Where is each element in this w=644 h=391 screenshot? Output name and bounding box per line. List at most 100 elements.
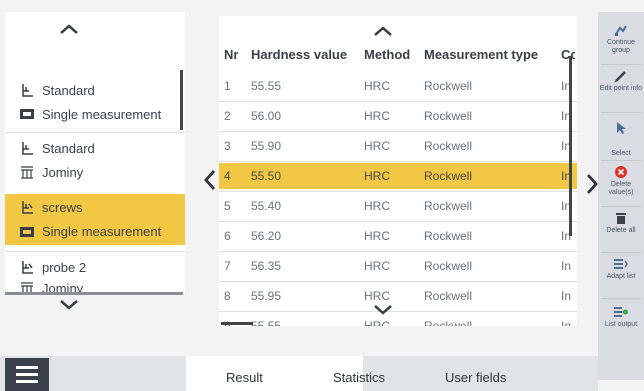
table-row[interactable]: 5 55.40 HRC Rockwell In (219, 193, 577, 219)
table-row[interactable]: 8 55.95 HRC Rockwell In (219, 283, 577, 309)
standard-icon (19, 83, 35, 97)
cell-measurement-type: Rockwell (424, 139, 473, 153)
toolbar-divider (601, 112, 641, 113)
hamburger-icon (16, 373, 38, 376)
hamburger-icon (16, 366, 38, 369)
cell-hardness-value: 55.50 (251, 169, 282, 183)
group-icon (19, 200, 35, 214)
delete-values-label: Delete value(s) (608, 181, 634, 196)
table-vertical-scrollbar[interactable] (569, 56, 572, 236)
list-scroll-up-button[interactable] (55, 20, 83, 38)
column-header-measurement-type[interactable]: Measurement type (424, 43, 538, 67)
table-row[interactable]: 3 55.90 HRC Rockwell In (219, 133, 577, 159)
bottom-tab-bar: Result Statistics User fields (0, 356, 598, 391)
cell-co: In (561, 289, 572, 303)
chevron-up-icon (374, 26, 392, 36)
cell-nr: 7 (224, 259, 231, 273)
list-item-label: Standard (42, 82, 95, 98)
table-horizontal-scrollbar[interactable] (221, 322, 253, 325)
list-item-label: probe 2 (42, 259, 87, 275)
list-output-icon (614, 305, 628, 319)
list-item[interactable]: Single measurement (5, 102, 185, 126)
column-header-method[interactable]: Method (364, 43, 410, 67)
cell-method: HRC (364, 259, 390, 273)
cell-co: In (561, 109, 572, 123)
cell-method: HRC (364, 109, 390, 123)
cell-hardness-value: 55.40 (251, 199, 282, 213)
cell-method: HRC (364, 169, 390, 183)
list-output-button[interactable]: List output (598, 305, 644, 329)
table-scroll-up-button[interactable] (369, 23, 397, 39)
cell-method: HRC (364, 199, 390, 213)
list-item-selected[interactable]: Single measurement (5, 218, 185, 245)
standard-icon (19, 141, 35, 155)
table-row[interactable]: 2 56.00 HRC Rockwell In (219, 103, 577, 129)
column-header-nr[interactable]: Nr (224, 43, 238, 67)
table-scroll-down-button[interactable] (369, 302, 397, 318)
cell-co: In (561, 139, 572, 153)
cell-method: HRC (364, 229, 390, 243)
list-item-label: Standard (42, 140, 95, 156)
row-divider (219, 251, 577, 252)
action-toolbar: Continue group Edit point info Select De… (598, 12, 644, 380)
trash-icon (614, 211, 628, 225)
continue-group-button[interactable]: Continue group (598, 23, 644, 55)
adapt-list-icon (614, 257, 628, 271)
cell-measurement-type: Rockwell (424, 199, 473, 213)
list-scrollbar[interactable] (180, 70, 183, 130)
cell-measurement-type: Rockwell (424, 169, 473, 183)
cell-measurement-type: Rockwell (424, 259, 473, 273)
list-item-selected[interactable]: screws (5, 194, 185, 220)
toolbar-divider (601, 298, 641, 299)
list-output-label: List output (604, 321, 638, 328)
cell-measurement-type: Rockwell (424, 109, 473, 123)
list-scroll-down-button[interactable] (55, 296, 83, 314)
cell-hardness-value: 56.20 (251, 229, 282, 243)
pencil-icon (614, 69, 628, 83)
row-divider (219, 161, 577, 162)
edit-point-info-button[interactable]: Edit point info (598, 69, 644, 93)
cell-nr: 2 (224, 109, 231, 123)
results-table: Nr Hardness value Method Measurement typ… (219, 16, 577, 326)
cell-hardness-value: 55.95 (251, 289, 282, 303)
previous-page-button[interactable] (203, 168, 217, 192)
cell-nr: 6 (224, 229, 231, 243)
table-row[interactable]: 955.55HRCRockwellIn (219, 313, 577, 326)
chevron-left-icon (204, 170, 216, 190)
tab-statistics[interactable]: Statistics (333, 370, 385, 385)
column-header-co[interactable]: Co (561, 43, 575, 67)
table-row-selected[interactable]: 4 55.50 HRC Rockwell In (219, 163, 577, 189)
table-row[interactable]: 1 55.55 HRC Rockwell In (219, 73, 577, 99)
list-item[interactable]: Standard (5, 136, 185, 160)
table-row[interactable]: 7 56.35 HRC Rockwell In (219, 253, 577, 279)
row-divider (219, 281, 577, 282)
cell-hardness-value: 55.55 (251, 79, 282, 93)
cell-co: In (561, 79, 572, 93)
adapt-list-button[interactable]: Adapt list (598, 257, 644, 281)
group-list-panel: Standard Single measurement Standard Jom… (5, 12, 185, 295)
cell-co: In (561, 319, 572, 326)
tab-user-fields[interactable]: User fields (445, 370, 506, 385)
next-page-button[interactable] (585, 172, 599, 196)
cursor-icon (614, 118, 628, 138)
toolbar-divider (601, 64, 641, 65)
toolbar-divider (601, 252, 641, 253)
list-item[interactable]: Jominy (5, 160, 185, 184)
cell-hardness-value: 55.90 (251, 139, 282, 153)
cell-nr: 8 (224, 289, 231, 303)
tab-result-label: Result (226, 370, 263, 385)
divider (5, 251, 185, 252)
cell-measurement-type: Rockwell (424, 319, 473, 326)
continue-group-label: Continue group (606, 39, 636, 54)
delete-all-button[interactable]: Delete all (598, 211, 644, 235)
table-row[interactable]: 6 56.20 HRC Rockwell In (219, 223, 577, 249)
list-item[interactable]: Standard (5, 78, 185, 102)
delete-values-button[interactable]: Delete value(s) (598, 165, 644, 197)
main-menu-button[interactable] (5, 358, 49, 391)
list-bottom-edge (5, 292, 183, 295)
cell-method: HRC (364, 79, 390, 93)
edit-point-info-label: Edit point info (599, 85, 643, 92)
column-header-hardness-value[interactable]: Hardness value (251, 43, 347, 67)
cell-co: In (561, 229, 572, 243)
select-button[interactable]: Select (598, 118, 644, 158)
